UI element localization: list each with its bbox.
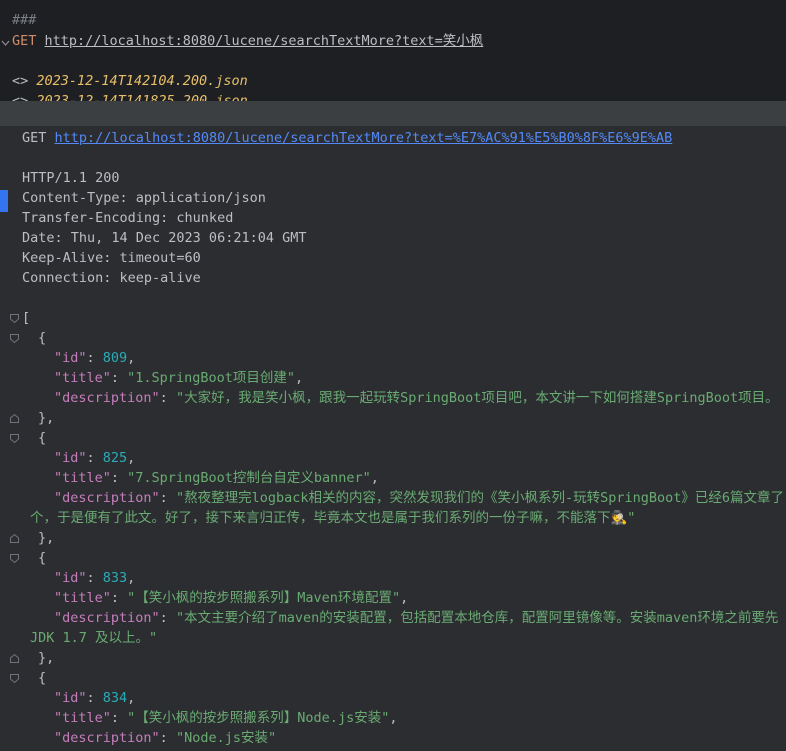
json-string: "Node.js安装" [175,730,277,746]
history-prefix: <> [12,73,29,89]
history-item[interactable]: <> 2023-12-14T141825.200.json [12,91,248,101]
json-string: "【笑小枫的按步照搬系列】Maven环境配置" [127,590,401,606]
json-id-line: "id": 825, [54,450,136,466]
json-key: "id" [54,350,87,366]
panel-splitter[interactable] [0,101,786,127]
json-number: 825 [102,450,128,466]
json-key: "description" [54,610,160,626]
json-title-line: "title": "1.SpringBoot项目创建", [54,370,304,386]
history-file-link[interactable]: 2023-12-14T142104.200.json [36,73,247,89]
json-id-line: "id": 834, [54,690,136,706]
json-description-line: "description": "本文主要介绍了maven的安装配置，包括配置本地… [54,610,779,626]
json-description-line: "description": "大家好，我是笑小枫，跟我一起玩转SpringBo… [54,390,779,406]
json-key: "id" [54,690,87,706]
run-request-icon[interactable] [1,36,10,46]
json-title-line: "title": "【笑小枫的按步照搬系列】Node.js安装", [54,710,398,726]
header-line: Keep-Alive: timeout=60 [22,250,201,266]
json-object-close: }, [38,650,55,666]
json-id-line: "id": 809, [54,350,136,366]
header-line: Content-Type: application/json [22,190,266,206]
response-url-link[interactable]: http://localhost:8080/lucene/searchTextM… [55,130,673,146]
response-method: GET [22,130,47,146]
request-url-link[interactable]: http://localhost:8080/lucene/searchTextM… [45,33,484,49]
caret-line-marker [0,190,8,212]
json-title-line: "title": "7.SpringBoot控制台自定义banner", [54,470,379,486]
header-line: Transfer-Encoding: chunked [22,210,234,226]
json-key: "title" [54,470,111,486]
json-number: 834 [102,690,128,706]
editor-gutter [0,0,10,101]
response-request-line: GET http://localhost:8080/lucene/searchT… [22,128,672,148]
json-object-close: }, [38,410,55,426]
history-item[interactable]: <> 2023-12-14T142104.200.json [12,71,248,91]
json-key: "title" [54,590,111,606]
history-file-link[interactable]: 2023-12-14T141825.200.json [36,93,247,101]
json-object-close: }, [38,530,55,546]
json-string: "本文主要介绍了maven的安装配置，包括配置本地仓库，配置阿里镜像等。安装ma… [175,610,779,626]
fold-open-icon[interactable] [9,673,20,684]
http-request-editor[interactable]: ### GET http://localhost:8080/lucene/sea… [0,0,786,101]
status-line: HTTP/1.1 200 [22,170,120,186]
fold-close-icon[interactable] [9,653,20,664]
json-object-open: { [38,330,47,346]
json-id-line: "id": 833, [54,570,136,586]
fold-open-icon[interactable] [9,433,20,444]
json-string: "大家好，我是笑小枫，跟我一起玩转SpringBoot项目吧，本文讲一下如何搭建… [175,390,779,406]
request-separator-comment: ### [12,12,37,28]
fold-open-icon[interactable] [9,313,20,324]
header-line: Connection: keep-alive [22,270,201,286]
json-key: "title" [54,370,111,386]
json-description-line: "description": "熬夜整理完logback相关的内容，突然发现我们… [54,490,784,506]
json-description-wrap: 个，于是便有了此文。好了，接下来言归正传，毕竟本文也是属于我们系列的一份子嘛，不… [30,510,636,526]
json-string: "熬夜整理完logback相关的内容，突然发现我们的《笑小枫系列-玩转Sprin… [175,490,784,506]
json-number: 809 [102,350,128,366]
json-key: "title" [54,710,111,726]
json-number: 833 [102,570,128,586]
header-line: Date: Thu, 14 Dec 2023 06:21:04 GMT [22,230,307,246]
request-method: GET [12,33,37,49]
json-object-open: { [38,550,47,566]
json-description-wrap: JDK 1.7 及以上。" [30,630,158,646]
history-prefix: <> [12,93,29,101]
request-line: GET http://localhost:8080/lucene/searchT… [12,31,483,51]
json-string: "1.SpringBoot项目创建" [127,370,295,386]
fold-close-icon[interactable] [9,413,20,424]
json-key: "description" [54,490,160,506]
fold-open-icon[interactable] [9,333,20,344]
json-key: "description" [54,730,160,746]
json-string: "7.SpringBoot控制台自定义banner" [127,470,371,486]
fold-open-icon[interactable] [9,553,20,564]
json-key: "id" [54,450,87,466]
json-title-line: "title": "【笑小枫的按步照搬系列】Maven环境配置", [54,590,409,606]
json-description-line: "description": "Node.js安装" [54,730,277,746]
json-object-open: { [38,670,47,686]
response-panel: GET http://localhost:8080/lucene/searchT… [0,127,786,751]
json-key: "id" [54,570,87,586]
json-array-open: [ [22,310,31,326]
fold-close-icon[interactable] [9,533,20,544]
json-string: "【笑小枫的按步照搬系列】Node.js安装" [127,710,390,726]
json-key: "description" [54,390,160,406]
json-object-open: { [38,430,47,446]
